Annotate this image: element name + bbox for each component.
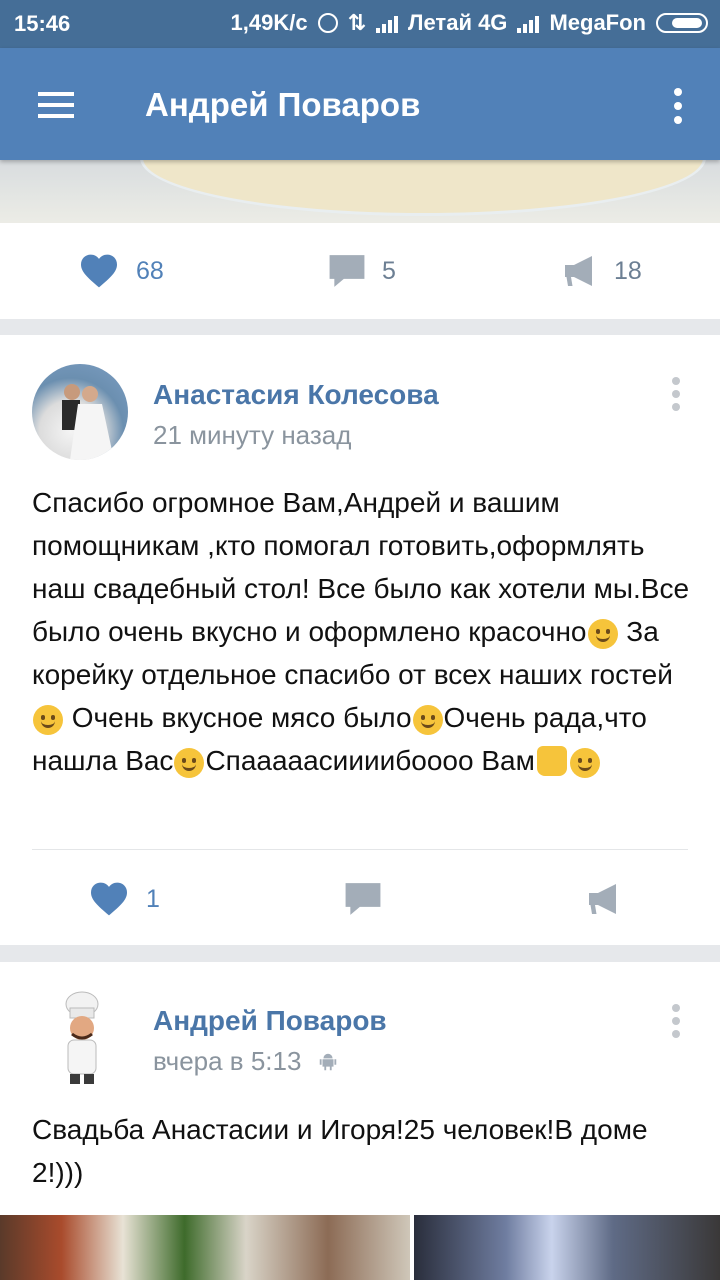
status-indicators: 1,49K/c ⇅ Летай 4G MegaFon [231,10,708,36]
post-text: Свадьба Анастасии и Игоря!25 человек!В д… [32,1114,648,1188]
post-time-text: вчера в 5:13 [153,1046,302,1076]
wink-emoji-icon [569,748,600,778]
wink-emoji-icon [33,705,63,735]
app-bar: Андрей Поваров [0,48,720,160]
avatar-photo [62,384,114,460]
post-author[interactable]: Андрей Поваров [153,1005,387,1037]
page-title: Андрей Поваров [145,86,421,123]
network-speed: 1,49K/c [230,10,308,35]
post-time: 21 минуту назад [153,420,352,450]
post-more-icon[interactable] [672,1004,680,1044]
post-text-part: Очень вкусное мясо было [64,702,412,733]
heart-icon [81,254,117,288]
comment-button[interactable]: 5 [328,223,396,319]
network-name-2: MegaFon [549,10,646,35]
yum-emoji-icon [412,705,443,735]
thumbs-up-emoji-icon [536,746,567,776]
like-count: 68 [136,256,164,285]
heart-icon [91,882,127,916]
grin-emoji-icon [174,748,205,778]
post-author[interactable]: Анастасия Колесова [153,379,439,411]
comment-icon [329,255,365,287]
post-photos [0,1215,720,1280]
like-count: 1 [146,884,160,913]
post-photo[interactable] [0,1215,410,1280]
share-button[interactable]: 18 [562,223,642,319]
smile-emoji-icon [587,619,618,649]
data-arrows-icon: ⇅ [347,10,367,35]
prev-post-actions-card: 68 5 18 [0,223,720,319]
android-icon [319,1053,336,1071]
share-count: 18 [614,256,642,285]
avatar[interactable] [32,990,128,1086]
like-button[interactable]: 1 [88,851,160,947]
battery-icon [656,13,708,33]
comment-button[interactable] [344,851,382,947]
post-text: Спасибо огромное Вам,Андрей и вашим помо… [32,481,692,782]
share-megaphone-icon [589,884,616,914]
network-name-1: Летай 4G [408,10,508,35]
more-vert-icon[interactable] [674,88,682,124]
prev-post-photo[interactable] [0,160,720,223]
post-text-part: Спааааасиииибоооо Вам [205,745,535,776]
divider [32,849,688,850]
comment-icon [345,883,381,915]
status-bar: 15:46 1,49K/c ⇅ Летай 4G MegaFon [0,0,720,48]
menu-icon[interactable] [38,92,74,118]
comment-count: 5 [382,256,396,285]
share-button[interactable] [586,851,622,947]
post-time: вчера в 5:13 [153,1046,339,1077]
chef-avatar-image [65,991,99,1084]
avatar[interactable] [32,364,128,460]
signal-icon [376,13,399,33]
status-time: 15:46 [14,11,71,36]
post-photo[interactable] [414,1215,720,1280]
signal-icon-2 [517,13,540,33]
post-card: Анастасия Колесова 21 минуту назад Спаси… [0,335,720,945]
share-megaphone-icon [565,256,592,286]
post-more-icon[interactable] [672,377,680,417]
post-text-part: Спасибо огромное Вам,Андрей и вашим помо… [32,487,690,647]
alarm-icon [317,13,338,33]
like-button[interactable]: 68 [78,223,164,319]
